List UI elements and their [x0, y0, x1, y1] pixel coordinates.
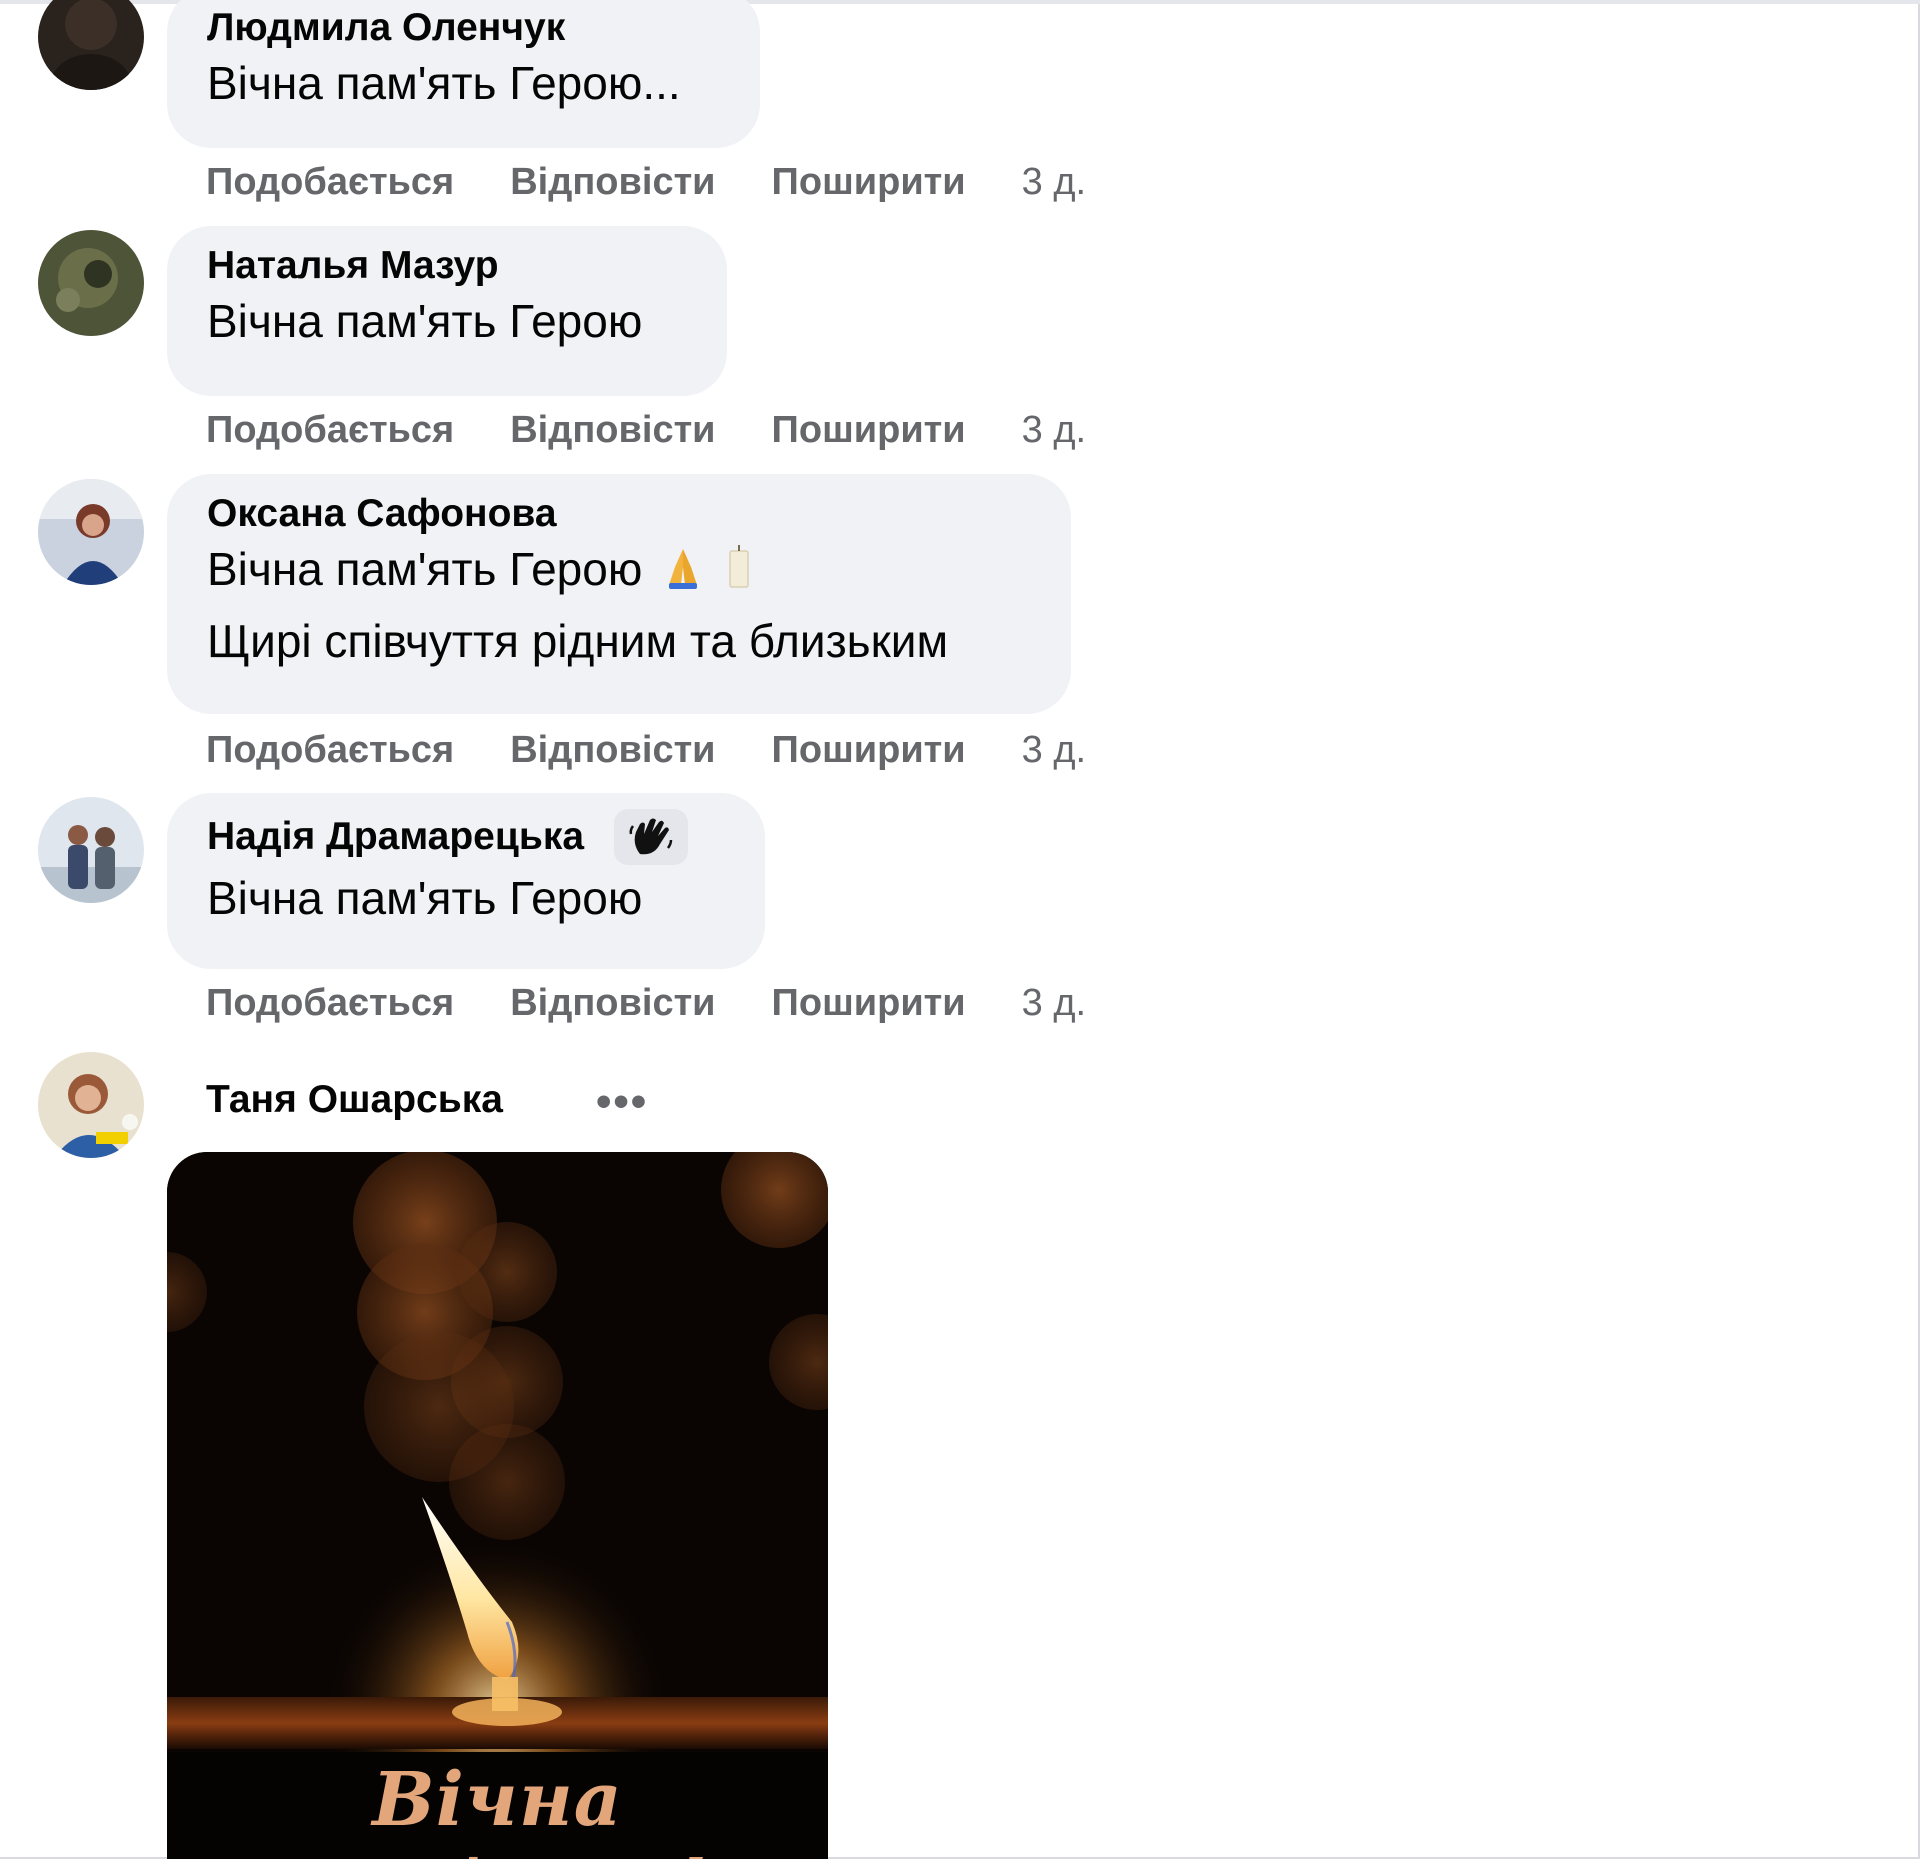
comment-text: Вічна пам'ять Герою — [207, 295, 643, 347]
comment-author[interactable]: Оксана Сафонова — [207, 490, 1031, 538]
like-button[interactable]: Подобається — [206, 409, 454, 452]
like-button[interactable]: Подобається — [206, 982, 454, 1025]
share-button[interactable]: Поширити — [772, 729, 966, 772]
share-button[interactable]: Поширити — [772, 409, 966, 452]
comment-actions: Подобається Відповісти Поширити 3 д. — [206, 157, 1086, 207]
avatar[interactable] — [38, 230, 144, 336]
share-button[interactable]: Поширити — [772, 982, 966, 1025]
comment-timestamp[interactable]: 3 д. — [1022, 982, 1086, 1025]
reply-button[interactable]: Відповісти — [510, 409, 715, 452]
like-button[interactable]: Подобається — [206, 161, 454, 204]
comment-actions: Подобається Відповісти Поширити 3 д. — [206, 725, 1086, 775]
comment-author[interactable]: Наталья Мазур — [207, 242, 687, 290]
like-button[interactable]: Подобається — [206, 729, 454, 772]
comment-actions: Подобається Відповісти Поширити 3 д. — [206, 978, 1086, 1028]
comment-text: Щирі співчуття рідним та близьким — [207, 615, 949, 668]
comment-text: Вічна пам'ять Герою... — [207, 57, 681, 109]
comment-timestamp[interactable]: 3 д. — [1022, 161, 1086, 204]
reply-button[interactable]: Відповісти — [510, 729, 715, 772]
more-options-icon[interactable]: ••• — [596, 1080, 648, 1124]
comment-text-line: Вічна пам'ять Герою — [207, 543, 643, 595]
reply-button[interactable]: Відповісти — [510, 161, 715, 204]
comment-author[interactable]: Надія Драмарецька — [207, 809, 725, 865]
waving-hand-icon[interactable] — [614, 809, 689, 865]
comment-actions: Подобається Відповісти Поширити 3 д. — [206, 405, 1086, 455]
comment-bubble: Оксана Сафонова Вічна пам'ять Герою Щирі… — [167, 474, 1071, 714]
comment-author[interactable]: Людмила Оленчук — [207, 4, 720, 52]
folded-hands-emoji — [665, 542, 701, 604]
comment-image[interactable]: Вічна пам'ять! — [167, 1152, 828, 1859]
avatar[interactable] — [38, 1052, 144, 1158]
avatar[interactable] — [38, 479, 144, 585]
comment-text: Вічна пам'ять Герою — [207, 538, 1031, 604]
comment-bubble: Людмила Оленчук Вічна пам'ять Герою... — [167, 0, 760, 148]
comment-author[interactable]: Таня Ошарська — [206, 1076, 503, 1124]
share-button[interactable]: Поширити — [772, 161, 966, 204]
comment-author-name[interactable]: Надія Драмарецька — [207, 813, 584, 861]
comment-bubble: Надія Драмарецька Вічна пам'ять Герою — [167, 793, 765, 969]
comment-timestamp[interactable]: 3 д. — [1022, 729, 1086, 772]
avatar[interactable] — [38, 0, 144, 90]
candle-emoji — [724, 541, 754, 604]
comment-bubble: Наталья Мазур Вічна пам'ять Герою — [167, 226, 727, 396]
image-caption: Вічна пам'ять! — [287, 1757, 707, 1859]
comment-timestamp[interactable]: 3 д. — [1022, 409, 1086, 452]
reply-button[interactable]: Відповісти — [510, 982, 715, 1025]
avatar[interactable] — [38, 797, 144, 903]
comment-text: Вічна пам'ять Герою — [207, 872, 643, 924]
comments-page: Людмила Оленчук Вічна пам'ять Герою... П… — [0, 0, 1920, 1859]
